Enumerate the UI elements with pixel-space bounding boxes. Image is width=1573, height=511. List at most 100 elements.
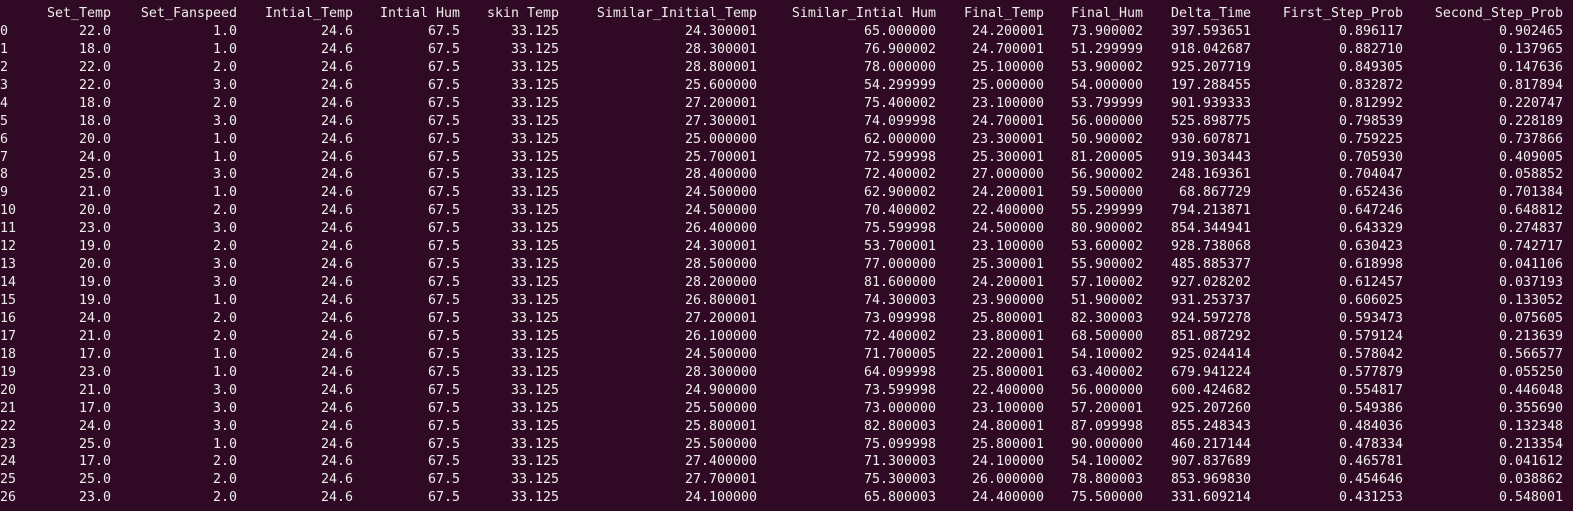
cell-set-fanspeed: 2.0 xyxy=(212,454,237,470)
cell-final-hum: 53.799999 xyxy=(1070,95,1143,111)
cell-similar-intial-hum: 82.800003 xyxy=(863,418,936,434)
cell-similar-intial-hum: 75.099998 xyxy=(863,436,936,452)
cell-intial-hum: 67.5 xyxy=(427,275,460,291)
cell-similar-initial-temp: 28.800001 xyxy=(684,59,757,75)
cell-similar-initial-temp: 24.500000 xyxy=(684,185,757,201)
cell-set-fanspeed: 3.0 xyxy=(212,400,237,416)
table-row: 2 22.0 2.0 24.6 67.5 33.125 28.800001 78.000000… xyxy=(0,59,1573,77)
cell-set-fanspeed: 3.0 xyxy=(212,113,237,129)
cell-skin-temp: 33.125 xyxy=(510,472,559,488)
cell-similar-intial-hum: 73.099998 xyxy=(863,310,936,326)
cell-skin-temp: 33.125 xyxy=(510,41,559,57)
cell-skin-temp: 33.125 xyxy=(510,59,559,75)
cell-second-step-prob: 0.137965 xyxy=(1498,41,1563,57)
cell-first-step-prob: 0.705930 xyxy=(1338,149,1403,165)
cell-final-temp: 23.900000 xyxy=(971,293,1044,308)
cell-second-step-prob: 0.548001 xyxy=(1498,490,1563,506)
cell-skin-temp: 33.125 xyxy=(510,418,559,434)
table-row: 20 21.0 3.0 24.6 67.5 33.125 24.900000 73.59999… xyxy=(0,382,1573,400)
row-index: 5 xyxy=(0,113,9,129)
cell-final-temp: 27.000000 xyxy=(971,167,1044,183)
cell-first-step-prob: 0.759225 xyxy=(1338,131,1403,147)
cell-final-hum: 54.100002 xyxy=(1070,454,1143,470)
cell-intial-temp: 24.6 xyxy=(320,436,353,452)
cell-delta-time: 925.207260 xyxy=(1170,400,1251,416)
cell-intial-hum: 67.5 xyxy=(427,436,460,452)
cell-intial-temp: 24.6 xyxy=(320,400,353,416)
table-row: 5 18.0 3.0 24.6 67.5 33.125 27.300001 74.099998… xyxy=(0,113,1573,131)
cell-similar-initial-temp: 26.400000 xyxy=(684,221,757,237)
row-index: 2 xyxy=(0,59,9,75)
cell-skin-temp: 33.125 xyxy=(510,113,559,129)
cell-delta-time: 930.607871 xyxy=(1170,131,1251,147)
cell-set-temp: 25.0 xyxy=(78,436,111,452)
cell-intial-hum: 67.5 xyxy=(427,95,460,111)
cell-second-step-prob: 0.228189 xyxy=(1498,113,1563,129)
terminal-window[interactable]: Set_Temp Set_Fanspeed Intial_Temp Intial Hu… xyxy=(0,0,1573,511)
cell-intial-temp: 24.6 xyxy=(320,239,353,255)
cell-similar-intial-hum: 73.000000 xyxy=(863,400,936,416)
cell-similar-intial-hum: 74.099998 xyxy=(863,113,936,129)
cell-final-temp: 25.000000 xyxy=(971,77,1044,93)
cell-similar-initial-temp: 24.100000 xyxy=(684,490,757,506)
cell-set-fanspeed: 3.0 xyxy=(212,257,237,273)
cell-delta-time: 68.867729 xyxy=(1170,185,1251,201)
header-row: Set_Temp Set_Fanspeed Intial_Temp Intial Hu… xyxy=(0,5,1573,23)
cell-final-temp: 25.100000 xyxy=(971,59,1044,75)
table-row: 1 18.0 1.0 24.6 67.5 33.125 28.300001 76.900002… xyxy=(0,41,1573,59)
cell-intial-hum: 67.5 xyxy=(427,382,460,398)
cell-intial-temp: 24.6 xyxy=(320,418,353,434)
cell-skin-temp: 33.125 xyxy=(510,490,559,506)
cell-intial-hum: 67.5 xyxy=(427,59,460,75)
cell-similar-initial-temp: 28.500000 xyxy=(684,257,757,273)
row-index: 7 xyxy=(0,149,9,165)
cell-similar-intial-hum: 78.000000 xyxy=(863,59,936,75)
cell-delta-time: 460.217144 xyxy=(1170,436,1251,452)
cell-intial-temp: 24.6 xyxy=(320,275,353,291)
cell-first-step-prob: 0.484036 xyxy=(1338,418,1403,434)
cell-first-step-prob: 0.630423 xyxy=(1338,239,1403,255)
cell-skin-temp: 33.125 xyxy=(510,203,559,219)
cell-second-step-prob: 0.409005 xyxy=(1498,149,1563,165)
cell-final-temp: 24.200001 xyxy=(971,185,1044,201)
column-header-final-hum: Final_Hum xyxy=(1070,6,1143,21)
cell-final-temp: 22.400000 xyxy=(971,382,1044,398)
cell-set-temp: 19.0 xyxy=(78,293,111,308)
cell-final-hum: 90.000000 xyxy=(1070,436,1143,452)
cell-delta-time: 907.837689 xyxy=(1170,454,1251,470)
column-header-skin-temp: skin Temp xyxy=(486,6,559,21)
cell-similar-initial-temp: 24.500000 xyxy=(684,346,757,362)
cell-intial-hum: 67.5 xyxy=(427,239,460,255)
cell-intial-temp: 24.6 xyxy=(320,203,353,219)
row-index: 25 xyxy=(0,472,17,488)
cell-set-temp: 24.0 xyxy=(78,418,111,434)
cell-delta-time: 794.213871 xyxy=(1170,203,1251,219)
cell-similar-intial-hum: 72.599998 xyxy=(863,149,936,165)
cell-set-temp: 23.0 xyxy=(78,221,111,237)
cell-similar-intial-hum: 64.099998 xyxy=(863,364,936,380)
cell-second-step-prob: 0.037193 xyxy=(1498,275,1563,291)
row-index: 19 xyxy=(0,364,17,380)
cell-set-temp: 22.0 xyxy=(78,77,111,93)
cell-similar-initial-temp: 27.300001 xyxy=(684,113,757,129)
cell-set-fanspeed: 1.0 xyxy=(212,436,237,452)
column-header-similar-initial-temp: Similar_Initial_Temp xyxy=(596,6,757,21)
cell-similar-intial-hum: 62.900002 xyxy=(863,185,936,201)
cell-first-step-prob: 0.704047 xyxy=(1338,167,1403,183)
cell-final-hum: 82.300003 xyxy=(1070,310,1143,326)
cell-second-step-prob: 0.902465 xyxy=(1498,23,1563,39)
cell-final-hum: 80.900002 xyxy=(1070,221,1143,237)
cell-similar-initial-temp: 25.000000 xyxy=(684,131,757,147)
cell-intial-temp: 24.6 xyxy=(320,490,353,506)
cell-intial-temp: 24.6 xyxy=(320,59,353,75)
cell-final-hum: 53.600002 xyxy=(1070,239,1143,255)
cell-final-hum: 51.900002 xyxy=(1070,293,1143,308)
cell-final-hum: 81.200005 xyxy=(1070,149,1143,165)
cell-set-fanspeed: 2.0 xyxy=(212,239,237,255)
cell-similar-intial-hum: 70.400002 xyxy=(863,203,936,219)
cell-second-step-prob: 0.566577 xyxy=(1498,346,1563,362)
cell-delta-time: 925.207719 xyxy=(1170,59,1251,75)
cell-intial-temp: 24.6 xyxy=(320,382,353,398)
cell-skin-temp: 33.125 xyxy=(510,95,559,111)
row-index: 1 xyxy=(0,41,9,57)
